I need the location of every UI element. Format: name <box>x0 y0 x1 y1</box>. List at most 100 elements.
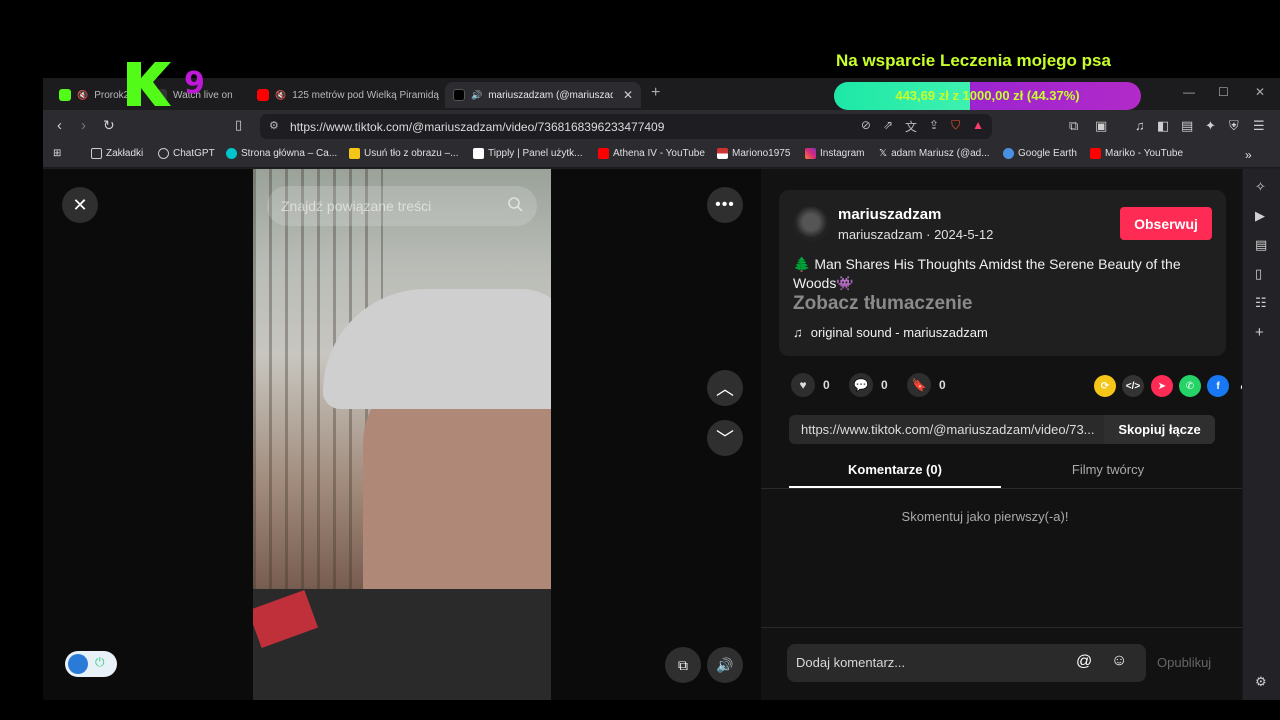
more-bookmarks-icon[interactable]: » <box>1245 148 1252 162</box>
menu-icon[interactable]: ☰ <box>1253 118 1265 134</box>
sound-link[interactable]: ♫ original sound - mariuszadzam <box>793 325 988 340</box>
volume-button[interactable]: 🔊 <box>707 647 743 683</box>
stream-logo <box>127 62 171 106</box>
sidebar-settings-icon[interactable]: ⚙ <box>1255 674 1267 690</box>
facebook-icon: f <box>1216 380 1220 392</box>
reading-list-icon[interactable]: ☷ <box>1255 295 1267 311</box>
forward-button[interactable]: › <box>81 117 86 134</box>
wallet-icon[interactable]: ▤ <box>1181 118 1193 134</box>
post-description: 🌲 Man Shares His Thoughts Amidst the Ser… <box>793 256 1181 291</box>
extension-toggle[interactable]: ⏻ <box>65 651 117 677</box>
donation-goal-title: Na wsparcie Leczenia mojego psa <box>836 51 1111 70</box>
bookmark-label: Mariono1975 <box>732 148 791 159</box>
comment-placeholder: Dodaj komentarz... <box>796 655 906 670</box>
tab-title: Prorok2 <box>94 89 130 101</box>
floating-player-button[interactable]: ⧉ <box>665 647 701 683</box>
bookmark-google-earth[interactable]: Google Earth <box>1003 148 1077 159</box>
follow-button[interactable]: Obserwuj <box>1120 207 1212 240</box>
bookmark-remove-bg[interactable]: Usuń tło z obrazu –... <box>349 148 459 159</box>
brave-shield-icon[interactable]: ⛉ <box>951 118 960 135</box>
whatsapp-button[interactable]: ✆ <box>1179 375 1201 397</box>
donation-progress-bar: 443,69 zł z 1000,00 zł (44.37%) <box>834 82 1141 110</box>
apps-grid-icon[interactable]: ⊞ <box>53 148 61 159</box>
bookmark-tipply[interactable]: Tipply | Panel użytk... <box>473 148 583 159</box>
vpn-icon[interactable]: ⛨ <box>1229 118 1239 134</box>
bookmark-instagram[interactable]: Instagram <box>805 148 864 159</box>
more-options-button[interactable]: ••• <box>707 187 743 223</box>
minimize-button[interactable]: — <box>1183 85 1195 99</box>
close-window-button[interactable]: ✕ <box>1255 85 1265 99</box>
more-share-button[interactable]: ➦ <box>1235 375 1242 397</box>
reload-button[interactable]: ↻ <box>103 117 115 134</box>
flag-icon <box>717 148 728 159</box>
comment-button[interactable]: 💬 0 <box>849 373 888 397</box>
copy-link-button[interactable]: Skopiuj łącze <box>1104 415 1215 444</box>
send-button[interactable]: ➤ <box>1151 375 1173 397</box>
url-actions: ⊘ ⇗ 文 ⇪ ⛉ ▲ <box>861 118 984 135</box>
open-external-icon[interactable]: ⇗ <box>883 118 893 135</box>
next-video-button[interactable]: ﹀ <box>707 420 743 456</box>
related-search-input[interactable]: Znajdź powiązane treści <box>267 186 537 226</box>
close-tab-icon[interactable]: ✕ <box>623 88 633 102</box>
add-sidebar-item-icon[interactable]: + <box>1255 324 1264 341</box>
bookmark-label: Strona główna – Ca... <box>241 148 338 159</box>
search-icon[interactable] <box>507 196 523 212</box>
tab-creator-videos[interactable]: Filmy twórcy <box>1001 455 1215 488</box>
wallet-sidebar-icon[interactable]: ▤ <box>1255 237 1267 253</box>
embed-icon: </> <box>1125 380 1141 392</box>
bookmark-athena[interactable]: Athena IV - YouTube <box>598 148 705 159</box>
previous-video-button[interactable]: ︿ <box>707 370 743 406</box>
close-video-button[interactable]: ✕ <box>62 187 98 223</box>
sidebar-toggle-icon[interactable]: ◧ <box>1157 118 1169 134</box>
tab-tiktok-active[interactable]: 🔊 mariuszadzam (@mariuszadz ✕ <box>445 82 641 108</box>
bookmark-label: ChatGPT <box>173 148 215 159</box>
screenshot-icon[interactable]: ▣ <box>1095 118 1107 134</box>
heart-icon: ♥ <box>791 373 815 397</box>
like-button[interactable]: ♥ 0 <box>791 373 830 397</box>
emoji-icon[interactable]: ☺ <box>1111 652 1127 670</box>
tab-youtube-piramida[interactable]: 🔇 125 metrów pod Wielką Piramidą <box>249 82 439 108</box>
tab-comments[interactable]: Komentarze (0) <box>789 455 1001 488</box>
see-translation-link[interactable]: Zobacz tłumaczenie <box>793 293 973 315</box>
leo-sidebar-icon[interactable]: ✧ <box>1255 179 1266 195</box>
back-button[interactable]: ‹ <box>57 117 62 134</box>
username[interactable]: mariuszadzam <box>838 206 941 223</box>
translate-icon[interactable]: 文 <box>905 118 917 135</box>
video-area: Znajdź powiązane treści ✕ ••• ︿ ﹀ ⧉ 🔊 ⏻ <box>43 169 761 700</box>
facebook-button[interactable]: f <box>1207 375 1229 397</box>
publish-button[interactable]: Opublikuj <box>1157 655 1211 670</box>
post-info-card: mariuszadzam mariuszadzam · 2024-5-12 Ob… <box>779 190 1226 356</box>
bookmark-mariko[interactable]: Mariko - YouTube <box>1090 148 1183 159</box>
extensions-icon[interactable]: ⧉ <box>1069 118 1078 134</box>
bookmarks-sidebar-icon[interactable]: ▯ <box>1255 266 1262 282</box>
save-button[interactable]: 🔖 0 <box>907 373 946 397</box>
bookmark-x[interactable]: 𝕏adam Mariusz (@ad... <box>879 148 990 159</box>
embed-button[interactable]: </> <box>1122 375 1144 397</box>
comment-input[interactable]: Dodaj komentarz... @ ☺ <box>787 644 1146 682</box>
video-player[interactable] <box>253 169 551 700</box>
bookmark-canva[interactable]: Strona główna – Ca... <box>226 148 337 159</box>
bookmark-label: Google Earth <box>1018 148 1077 159</box>
new-tab-button[interactable]: + <box>651 84 660 102</box>
music-icon[interactable]: ♫ <box>1135 118 1145 133</box>
no-tracking-icon[interactable]: ⊘ <box>861 118 871 135</box>
maximize-button[interactable]: ☐ <box>1218 85 1229 99</box>
playlist-icon[interactable]: ▶ <box>1255 208 1265 224</box>
avatar[interactable] <box>793 206 829 242</box>
tiktok-icon <box>453 89 465 101</box>
bookmark-mariono[interactable]: Mariono1975 <box>717 148 790 159</box>
repost-button[interactable]: ⟳ <box>1094 375 1116 397</box>
brave-rewards-icon[interactable]: ▲ <box>972 118 984 135</box>
empty-comments-message: Skomentuj jako pierwszy(-a)! <box>901 509 1069 524</box>
video-link[interactable]: https://www.tiktok.com/@mariuszadzam/vid… <box>801 422 1101 437</box>
bookmark-chatgpt[interactable]: ChatGPT <box>158 148 215 159</box>
like-count: 0 <box>823 378 830 392</box>
bookmark-page-icon[interactable]: ▯ <box>235 117 242 133</box>
tiktok-page: Znajdź powiązane treści ✕ ••• ︿ ﹀ ⧉ 🔊 ⏻ … <box>43 169 1242 700</box>
mention-icon[interactable]: @ <box>1076 653 1092 671</box>
share-icon[interactable]: ⇪ <box>929 118 939 135</box>
address-bar[interactable]: ⚙ https://www.tiktok.com/@mariuszadzam/v… <box>260 114 992 139</box>
leo-ai-icon[interactable]: ✦ <box>1205 118 1216 134</box>
bookmark-zakladki[interactable]: Zakładki <box>91 148 143 159</box>
site-settings-icon[interactable]: ⚙ <box>269 119 279 132</box>
